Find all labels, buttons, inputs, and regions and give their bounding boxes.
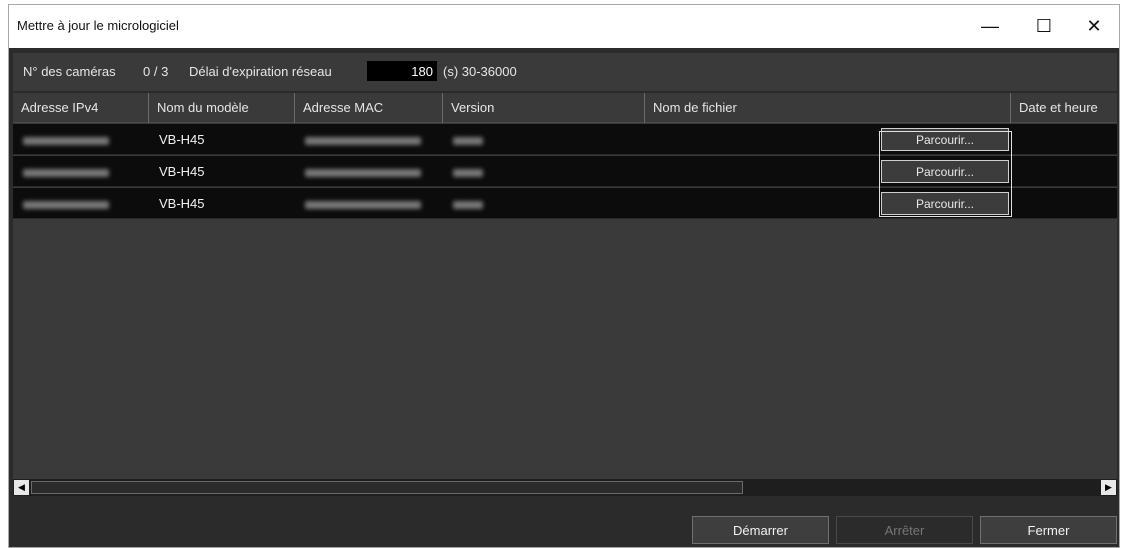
version-cell xyxy=(443,124,483,155)
browse-button[interactable]: Parcourir... xyxy=(881,160,1009,183)
scrollbar-thumb[interactable] xyxy=(31,481,743,494)
model-cell: VB-H45 xyxy=(159,164,205,179)
scroll-left-icon[interactable]: ◀ xyxy=(14,480,29,495)
table-row[interactable]: VB-H45 Parcourir... xyxy=(13,188,1117,219)
column-header-mac[interactable]: Adresse MAC xyxy=(295,93,443,123)
timeout-label: Délai d'expiration réseau xyxy=(189,64,332,79)
start-button[interactable]: Démarrer xyxy=(692,516,829,544)
column-header-filename[interactable]: Nom de fichier xyxy=(645,93,1011,123)
camera-table: Adresse IPv4 Nom du modèle Adresse MAC V… xyxy=(13,93,1117,479)
table-row[interactable]: VB-H45 Parcourir... xyxy=(13,156,1117,187)
browse-button[interactable]: Parcourir... xyxy=(881,192,1009,215)
column-header-version[interactable]: Version xyxy=(443,93,645,123)
ip-address-cell xyxy=(13,188,109,219)
firmware-update-dialog: Mettre à jour le micrologiciel — ☐ ✕ N° … xyxy=(8,4,1120,548)
horizontal-scrollbar[interactable]: ◀ ▶ xyxy=(13,479,1117,496)
table-header: Adresse IPv4 Nom du modèle Adresse MAC V… xyxy=(13,93,1117,123)
scroll-right-icon[interactable]: ▶ xyxy=(1101,480,1116,495)
model-cell: VB-H45 xyxy=(159,132,205,147)
maximize-icon[interactable]: ☐ xyxy=(1021,5,1067,48)
version-cell xyxy=(443,156,483,187)
dialog-footer: Démarrer Arrêter Fermer xyxy=(9,497,1119,547)
mac-address-cell xyxy=(295,156,421,187)
timeout-input[interactable] xyxy=(367,61,437,81)
timeout-range: (s) 30-36000 xyxy=(443,64,517,79)
model-cell: VB-H45 xyxy=(159,196,205,211)
title-bar: Mettre à jour le micrologiciel — ☐ ✕ xyxy=(9,5,1119,48)
ip-address-cell xyxy=(13,124,109,155)
close-button[interactable]: Fermer xyxy=(980,516,1117,544)
version-cell xyxy=(443,188,483,219)
camera-count-label: N° des caméras xyxy=(23,64,116,79)
stop-button[interactable]: Arrêter xyxy=(836,516,973,544)
minimize-icon[interactable]: — xyxy=(967,5,1013,48)
info-bar: N° des caméras 0 / 3 Délai d'expiration … xyxy=(13,53,1117,91)
column-header-datetime[interactable]: Date et heure xyxy=(1011,93,1117,123)
mac-address-cell xyxy=(295,188,421,219)
column-header-ipv4[interactable]: Adresse IPv4 xyxy=(13,93,149,123)
browse-button[interactable]: Parcourir... xyxy=(881,128,1009,151)
ip-address-cell xyxy=(13,156,109,187)
camera-count-value: 0 / 3 xyxy=(143,64,169,79)
window-title: Mettre à jour le micrologiciel xyxy=(17,18,179,33)
close-icon[interactable]: ✕ xyxy=(1071,5,1117,48)
table-row[interactable]: VB-H45 Parcourir... xyxy=(13,124,1117,155)
column-header-model[interactable]: Nom du modèle xyxy=(149,93,295,123)
mac-address-cell xyxy=(295,124,421,155)
